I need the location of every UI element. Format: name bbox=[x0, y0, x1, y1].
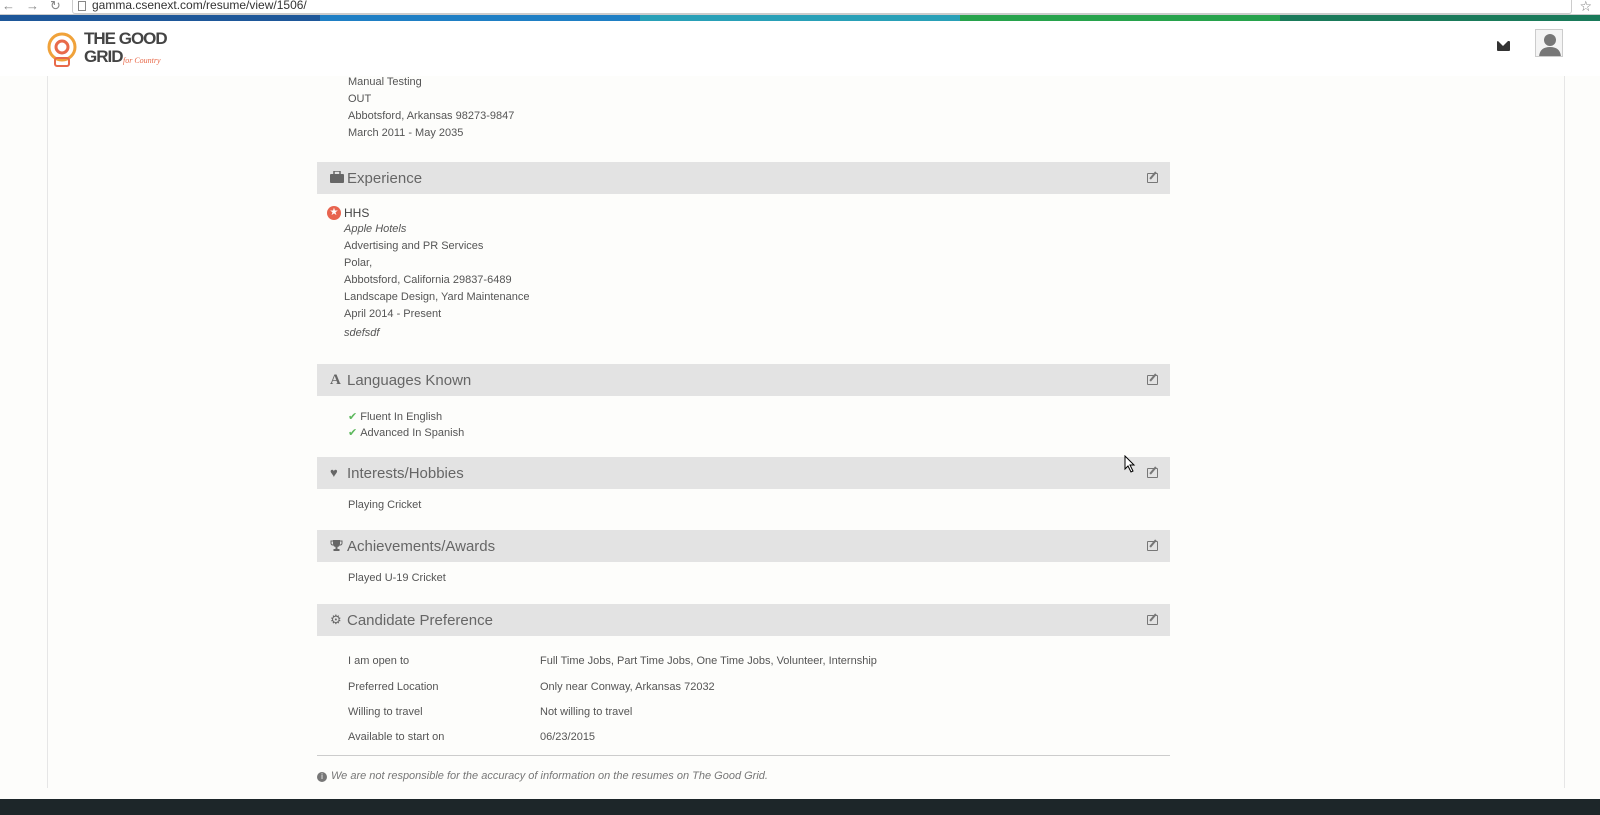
heart-icon: ♥ bbox=[330, 465, 338, 480]
font-icon: A bbox=[330, 372, 341, 388]
divider bbox=[317, 755, 1170, 756]
logo-text-bottom: GRID bbox=[84, 47, 123, 66]
preference-value: 06/23/2015 bbox=[540, 731, 596, 743]
section-title: Candidate Preference bbox=[347, 612, 493, 629]
achievements-text: Played U-19 Cricket bbox=[348, 572, 446, 584]
languages-section-header: A Languages Known bbox=[317, 364, 1170, 396]
language-item: ✔ Fluent In English bbox=[348, 410, 442, 423]
preference-label: Willing to travel bbox=[348, 706, 423, 718]
info-icon: i bbox=[317, 772, 327, 782]
section-title: Languages Known bbox=[347, 372, 472, 389]
edit-icon[interactable] bbox=[1147, 468, 1158, 478]
check-icon: ✔ bbox=[348, 427, 358, 439]
section-title: Interests/Hobbies bbox=[347, 465, 464, 482]
logo-text-top: THE GOOD bbox=[84, 29, 168, 48]
section-title: Experience bbox=[347, 170, 423, 187]
education-line: Manual Testing bbox=[348, 76, 422, 88]
edit-icon[interactable] bbox=[1147, 541, 1158, 551]
education-line: Abbotsford, Arkansas 98273-9847 bbox=[348, 110, 515, 122]
page-icon bbox=[78, 1, 86, 11]
preference-value: Only near Conway, Arkansas 72032 bbox=[540, 681, 715, 693]
reload-icon[interactable]: ↻ bbox=[50, 0, 61, 12]
edit-icon[interactable] bbox=[1147, 375, 1158, 385]
language-label: Advanced In Spanish bbox=[360, 427, 465, 439]
experience-dates: April 2014 - Present bbox=[344, 308, 442, 320]
experience-industry: Advertising and PR Services bbox=[344, 240, 484, 252]
gear-icon: ⚙ bbox=[330, 612, 342, 627]
check-icon: ✔ bbox=[348, 411, 358, 423]
bookmark-star-icon[interactable]: ☆ bbox=[1579, 0, 1592, 15]
page-frame-left bbox=[47, 76, 48, 788]
preference-label: I am open to bbox=[348, 655, 410, 667]
experience-location: Polar, bbox=[344, 257, 373, 269]
footer-bar bbox=[0, 799, 1600, 815]
experience-skills: Landscape Design, Yard Maintenance bbox=[344, 291, 530, 303]
good-grid-logo[interactable]: THE GOOD GRID for Country bbox=[42, 27, 177, 71]
preference-label: Available to start on bbox=[348, 731, 445, 743]
briefcase-icon bbox=[330, 170, 344, 185]
education-line: March 2011 - May 2035 bbox=[348, 127, 464, 139]
experience-location: Abbotsford, California 29837-6489 bbox=[344, 274, 512, 286]
edit-icon[interactable] bbox=[1147, 615, 1158, 625]
preference-section-header: ⚙ Candidate Preference bbox=[317, 604, 1170, 636]
interests-section-header: ♥ Interests/Hobbies bbox=[317, 457, 1170, 489]
site-header: THE GOOD GRID for Country bbox=[0, 21, 1600, 76]
experience-employer: Apple Hotels bbox=[344, 223, 407, 235]
url-text[interactable]: gamma.csenext.com/resume/view/1506/ bbox=[92, 0, 307, 12]
mouse-cursor-icon bbox=[1124, 454, 1136, 476]
star-badge-icon: ★ bbox=[327, 206, 341, 220]
language-label: Fluent In English bbox=[360, 411, 443, 423]
disclaimer-text: We are not responsible for the accuracy … bbox=[331, 770, 768, 782]
preference-label: Preferred Location bbox=[348, 681, 439, 693]
user-avatar[interactable] bbox=[1535, 29, 1563, 57]
experience-description: sdefsdf bbox=[344, 327, 380, 339]
page-frame-right bbox=[1564, 76, 1565, 788]
preference-value: Not willing to travel bbox=[540, 706, 633, 718]
disclaimer: i We are not responsible for the accuracy… bbox=[317, 770, 768, 782]
preference-value: Full Time Jobs, Part Time Jobs, One Time… bbox=[540, 655, 877, 667]
edit-icon[interactable] bbox=[1147, 173, 1158, 183]
forward-arrow-icon[interactable]: → bbox=[26, 0, 39, 12]
back-arrow-icon[interactable]: ← bbox=[2, 0, 15, 12]
education-line: OUT bbox=[348, 93, 372, 105]
browser-toolbar: ← → ↻ gamma.csenext.com/resume/view/1506… bbox=[0, 0, 1600, 15]
envelope-icon[interactable] bbox=[1497, 41, 1510, 51]
user-icon bbox=[1539, 34, 1561, 56]
experience-section-header: Experience bbox=[317, 162, 1170, 194]
achievements-section-header: Achievements/Awards bbox=[317, 530, 1170, 562]
language-item: ✔ Advanced In Spanish bbox=[348, 426, 464, 439]
trophy-icon bbox=[330, 539, 344, 553]
logo-tagline: for Country bbox=[123, 56, 161, 65]
interests-text: Playing Cricket bbox=[348, 499, 422, 511]
experience-company: HHS bbox=[344, 206, 370, 220]
section-title: Achievements/Awards bbox=[347, 538, 496, 555]
